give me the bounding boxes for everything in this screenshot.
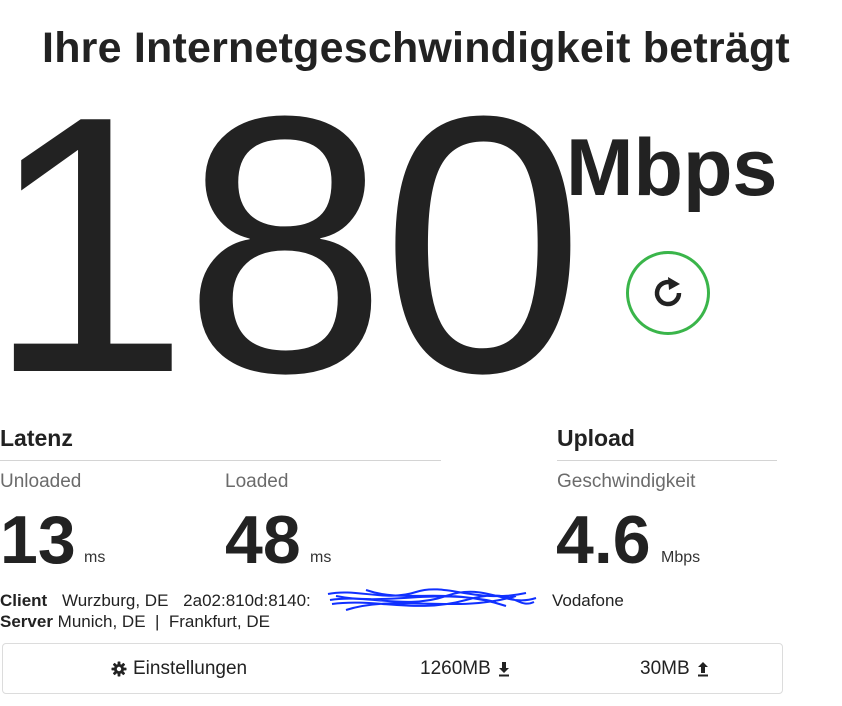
upload-divider bbox=[557, 460, 777, 461]
server-info: Server Munich, DE | Frankfurt, DE bbox=[0, 612, 270, 632]
download-size[interactable]: 1260MB bbox=[420, 658, 511, 680]
settings-bar: Einstellungen 1260MB 30MB bbox=[2, 643, 783, 694]
upload-size-label: 30MB bbox=[640, 658, 690, 679]
client-ip: 2a02:810d:8140: bbox=[183, 591, 311, 610]
download-speed-value: 180 bbox=[0, 40, 585, 449]
unloaded-latency-unit: ms bbox=[84, 549, 106, 566]
upload-arrow-icon bbox=[697, 662, 708, 677]
upload-speed-label: Geschwindigkeit bbox=[557, 471, 696, 492]
download-size-label: 1260MB bbox=[420, 658, 491, 679]
retry-button[interactable] bbox=[626, 251, 710, 335]
download-arrow-icon bbox=[498, 662, 509, 677]
server-separator: | bbox=[155, 612, 160, 631]
server-location-1: Munich, DE bbox=[57, 612, 146, 631]
download-speed-unit: Mbps bbox=[566, 123, 778, 213]
loaded-latency-value: 48 bbox=[225, 502, 301, 578]
loaded-label: Loaded bbox=[225, 471, 289, 492]
client-info: Client Wurzburg, DE 2a02:810d:8140: bbox=[0, 591, 311, 611]
settings-label: Einstellungen bbox=[133, 658, 248, 679]
unloaded-latency-value: 13 bbox=[0, 502, 76, 578]
server-label: Server bbox=[0, 612, 53, 631]
client-provider: Vodafone bbox=[552, 591, 624, 610]
upload-title: Upload bbox=[557, 425, 635, 451]
latency-title: Latenz bbox=[0, 425, 73, 451]
client-label: Client bbox=[0, 591, 48, 610]
upload-speed-value: 4.6 bbox=[556, 502, 651, 578]
upload-speed-unit: Mbps bbox=[661, 549, 701, 566]
server-location-2: Frankfurt, DE bbox=[168, 612, 270, 631]
latency-divider bbox=[0, 460, 441, 461]
speedtest-page: Ihre Internetgeschwindigkeit beträgt 180… bbox=[0, 0, 842, 706]
redaction-scribble bbox=[327, 588, 537, 611]
upload-size[interactable]: 30MB bbox=[640, 658, 710, 680]
client-location: Wurzburg, DE bbox=[61, 591, 169, 610]
gear-icon bbox=[111, 661, 127, 677]
loaded-latency-unit: ms bbox=[310, 549, 332, 566]
settings-button[interactable]: Einstellungen bbox=[111, 658, 247, 680]
refresh-icon bbox=[654, 277, 682, 307]
unloaded-label: Unloaded bbox=[0, 471, 82, 492]
